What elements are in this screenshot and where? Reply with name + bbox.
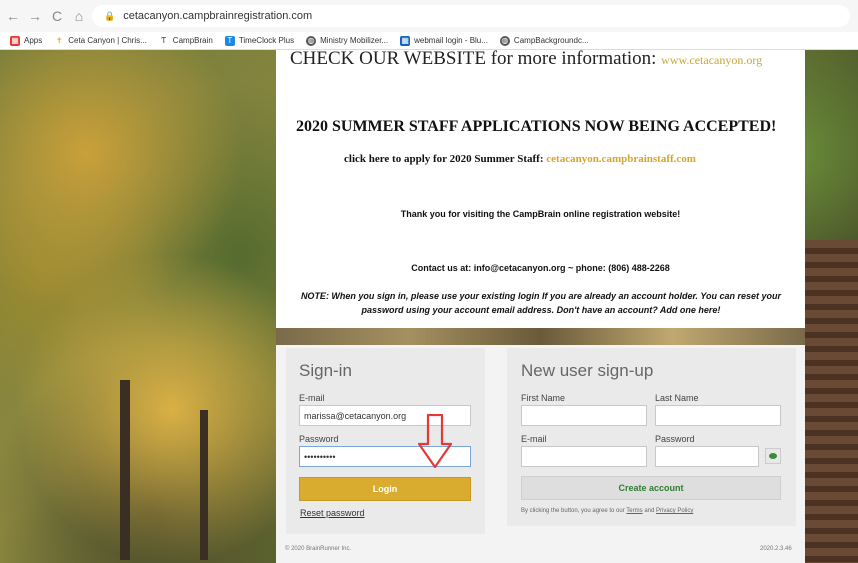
apply-link[interactable]: cetacanyon.campbrainstaff.com [546, 153, 696, 165]
contact-info: Contact us at: info@cetacanyon.org ~ pho… [411, 263, 670, 273]
cross-icon: ✝ [55, 35, 63, 45]
address-bar[interactable]: 🔒 cetacanyon.campbrainregistration.com [92, 5, 850, 27]
lock-icon: 🔒 [104, 10, 116, 21]
banner-photo [276, 328, 805, 345]
thanks-message: Thank you for visiting the CampBrain onl… [400, 209, 681, 219]
first-name-label: First Name [521, 393, 566, 403]
globe-icon: ◍ [499, 35, 510, 46]
signup-email-label: E-mail [521, 434, 547, 444]
stone-wall [805, 240, 858, 563]
bookmark-ceta-canyon[interactable]: ✝ Ceta Canyon | Chris... [54, 36, 147, 46]
bookmark-webmail[interactable]: ▦ webmail login - Blu... [400, 35, 488, 46]
tree-trunk [120, 380, 130, 560]
signup-email-field[interactable] [521, 446, 647, 467]
login-button[interactable]: Login [299, 477, 471, 501]
home-button[interactable]: ⌂ [70, 8, 88, 24]
annotation-arrow-icon [418, 414, 452, 468]
website-link[interactable]: www.cetacanyon.org [661, 53, 762, 67]
email-label: E-mail [299, 393, 325, 403]
create-account-button[interactable]: Create account [521, 476, 781, 500]
bookmark-apps[interactable]: ▦ Apps [10, 35, 42, 46]
apps-grid-icon: ▦ [10, 35, 20, 46]
password-label: Password [299, 434, 339, 444]
back-button[interactable]: ← [4, 8, 22, 24]
last-name-label: Last Name [655, 393, 699, 403]
timeclock-icon: T [224, 35, 235, 46]
reload-button[interactable]: C [48, 8, 66, 24]
signup-password-label: Password [655, 434, 695, 444]
forward-button[interactable]: → [26, 8, 44, 24]
signup-password-field[interactable] [655, 446, 759, 467]
campbrain-icon: Ƭ [161, 35, 167, 45]
bookmark-timeclock[interactable]: T TimeClock Plus [224, 35, 294, 46]
copyright: © 2020 BrainRunner Inc. [285, 546, 352, 552]
bookmark-ministry-mobilizer[interactable]: ◍ Ministry Mobilizer... [306, 35, 388, 46]
eye-icon [769, 453, 777, 459]
grid-icon: ▦ [400, 35, 411, 46]
last-name-field[interactable] [655, 405, 781, 426]
url-text: cetacanyon.campbrainregistration.com [123, 10, 313, 22]
version: 2020.2.3.46 [760, 546, 792, 552]
globe-icon: ◍ [306, 35, 317, 46]
first-name-field[interactable] [521, 405, 647, 426]
show-password-icon[interactable] [765, 448, 781, 464]
tree-trunk [200, 410, 208, 560]
signup-title: New user sign-up [521, 361, 654, 380]
browser-toolbar: ← → C ⌂ 🔒 cetacanyon.campbrainregistrati… [0, 0, 858, 32]
apply-line: click here to apply for 2020 Summer Staf… [344, 153, 696, 165]
main-content [276, 50, 805, 328]
privacy-policy-link[interactable]: Privacy Policy [656, 508, 693, 514]
reset-password-link[interactable]: Reset password [300, 508, 365, 518]
bookmark-campbackground[interactable]: ◍ CampBackgroundc... [499, 35, 589, 46]
website-headline: CHECK OUR WEBSITE for more information: … [290, 48, 763, 69]
terms-notice: By clicking the button, you agree to our… [521, 508, 694, 514]
signin-note: NOTE: When you sign in, please use your … [300, 291, 782, 315]
bookmark-campbrain[interactable]: Ƭ CampBrain [159, 35, 212, 46]
staff-headline: 2020 SUMMER STAFF APPLICATIONS NOW BEING… [296, 118, 777, 135]
signin-title: Sign-in [299, 361, 352, 380]
terms-link[interactable]: Terms [626, 508, 642, 514]
